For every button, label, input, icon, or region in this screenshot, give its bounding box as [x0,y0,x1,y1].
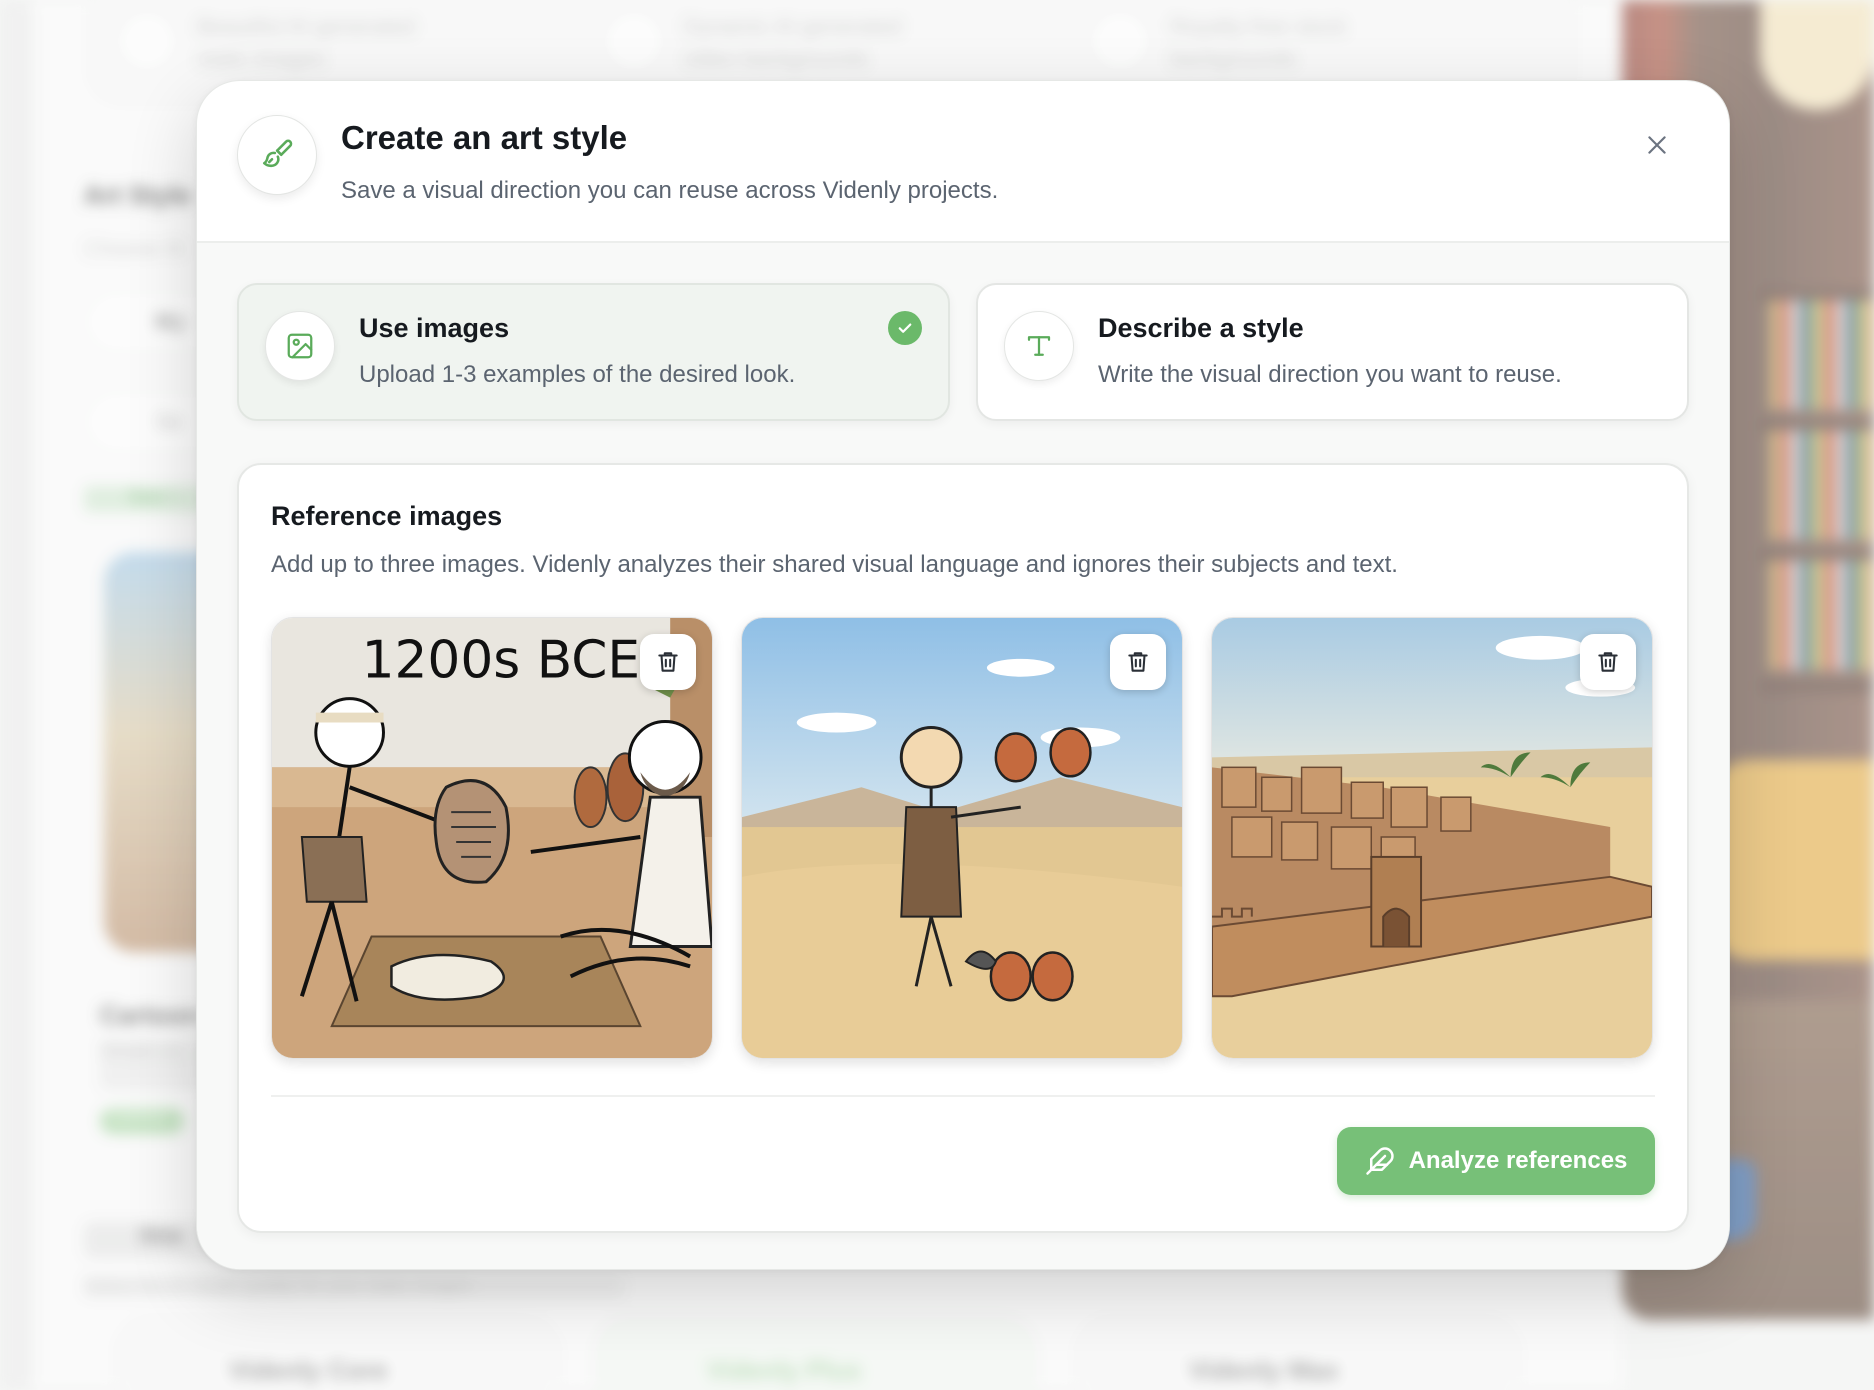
text-icon [1004,311,1074,381]
analyze-references-button[interactable]: Analyze references [1337,1127,1655,1195]
feather-icon [1365,1147,1394,1175]
option-description: Upload 1-3 examples of the desired look. [359,361,796,388]
reference-images-title: Reference images [271,501,503,531]
modal-body: Use images Upload 1-3 examples of the de… [197,243,1729,1269]
reference-images-description: Add up to three images. Videnly analyzes… [271,551,1398,578]
modal-subtitle: Save a visual direction you can reuse ac… [341,177,999,204]
option-title: Describe a style [1098,313,1304,343]
image-icon [265,311,335,381]
reference-image[interactable]: 1200s BCE [271,617,713,1059]
delete-image-button[interactable] [640,634,696,690]
option-title: Use images [359,313,510,343]
image-caption-text: 1200s BCE [362,631,641,691]
reference-image[interactable] [741,617,1183,1059]
modal-header: Create an art style Save a visual direct… [197,81,1729,243]
style-source-options: Use images Upload 1-3 examples of the de… [237,283,1689,421]
delete-image-button[interactable] [1580,634,1636,690]
reference-image[interactable] [1211,617,1653,1059]
divider [271,1095,1655,1097]
reference-images-grid: 1200s BCE [271,617,1653,1059]
modal-title: Create an art style [341,119,628,156]
create-art-style-modal: Create an art style Save a visual direct… [196,80,1730,1270]
paintbrush-icon [237,115,317,195]
trash-icon [658,652,678,672]
trash-icon [1598,652,1618,672]
option-description: Write the visual direction you want to r… [1098,361,1562,388]
analyze-references-label: Analyze references [1408,1147,1628,1174]
delete-image-button[interactable] [1110,634,1166,690]
option-describe-style[interactable]: Describe a style Write the visual direct… [976,283,1689,421]
option-use-images[interactable]: Use images Upload 1-3 examples of the de… [237,283,950,421]
trash-icon [1128,652,1148,672]
reference-images-panel: Reference images Add up to three images.… [237,463,1689,1233]
check-icon [888,311,922,345]
close-icon [1648,136,1666,154]
close-button[interactable] [1635,123,1679,167]
